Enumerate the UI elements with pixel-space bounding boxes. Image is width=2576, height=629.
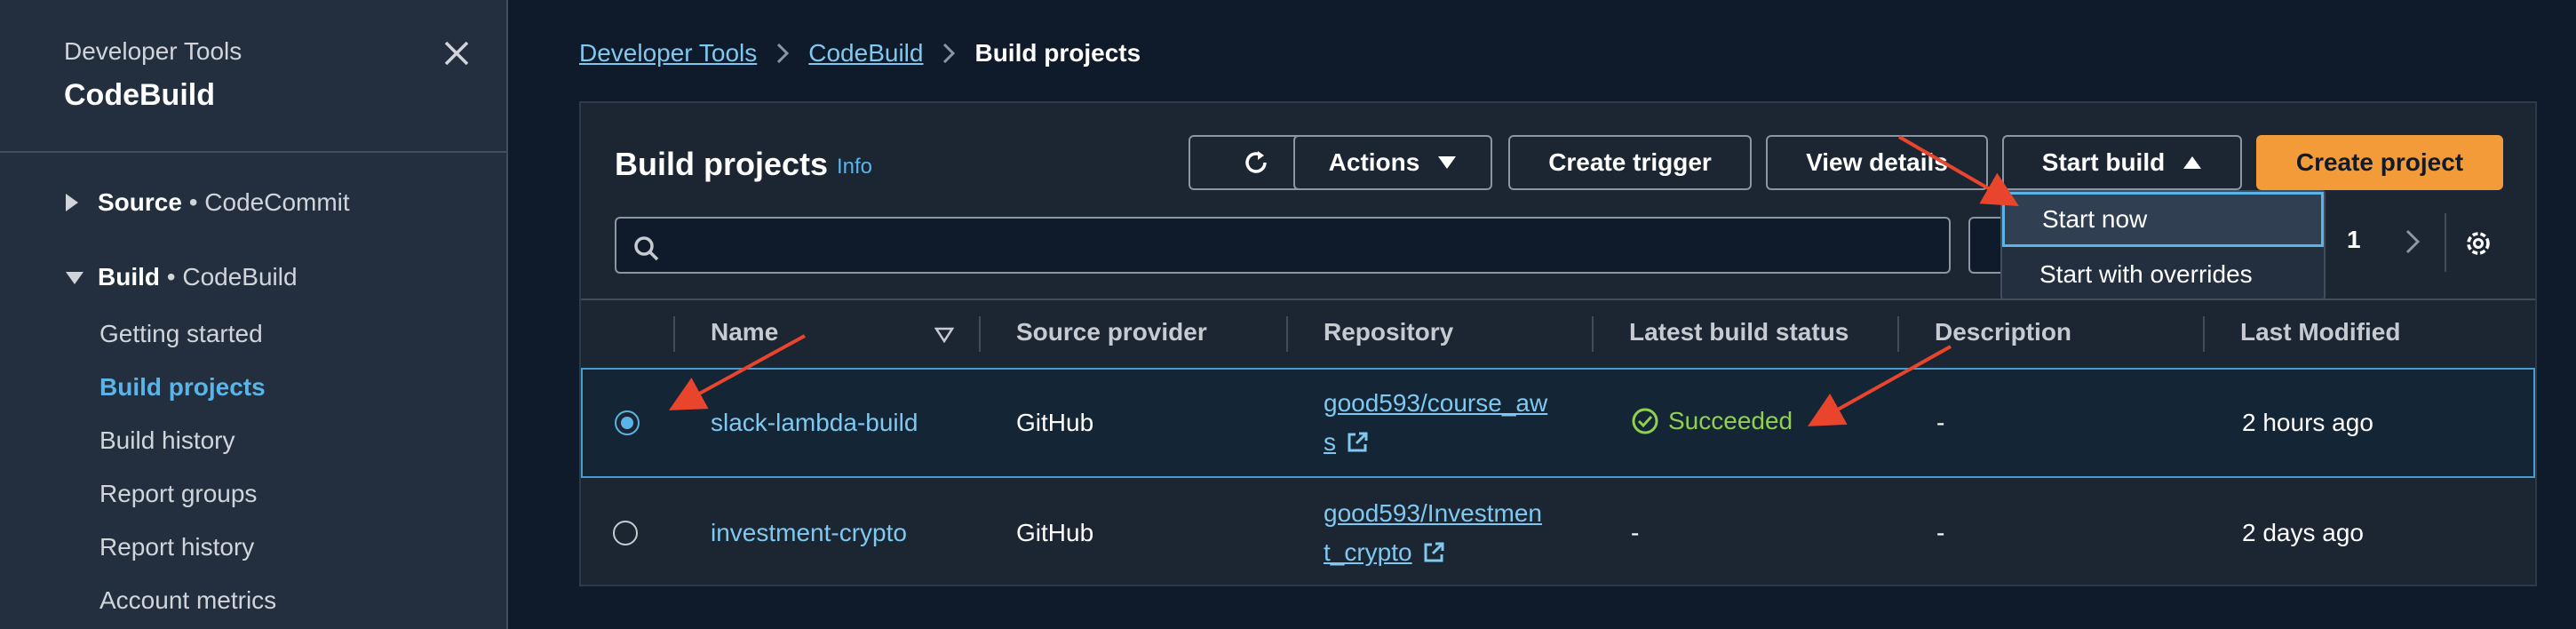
- chevron-right-icon: [777, 43, 790, 64]
- table-row[interactable]: investment-crypto GitHub good593/Investm…: [581, 478, 2535, 588]
- column-divider: [2203, 316, 2205, 352]
- create-trigger-button[interactable]: Create trigger: [1508, 135, 1752, 190]
- row-radio-selected[interactable]: [615, 410, 640, 435]
- sidebar-divider: [0, 151, 506, 153]
- caret-down-icon: [1438, 156, 1457, 169]
- column-header-name[interactable]: Name: [711, 318, 778, 346]
- repository-line: s: [1324, 428, 1336, 456]
- source-provider: GitHub: [1016, 409, 1094, 436]
- section-name: Build: [98, 263, 160, 291]
- service-title: CodeBuild: [64, 78, 215, 112]
- column-divider: [1592, 316, 1594, 352]
- actions-button[interactable]: Actions: [1293, 135, 1492, 190]
- sidebar-item-build-history[interactable]: Build history: [99, 426, 235, 455]
- repository-link[interactable]: good593/Investmen t_crypto: [1324, 494, 1542, 572]
- column-header-repository[interactable]: Repository: [1324, 318, 1453, 346]
- table-row[interactable]: slack-lambda-build GitHub good593/course…: [581, 368, 2535, 478]
- repository-line: t_crypto: [1324, 538, 1412, 566]
- column-divider: [1897, 316, 1899, 352]
- repository-line-wrap: s: [1324, 423, 1547, 462]
- start-build-menu: Start now Start with overrides: [2000, 190, 2326, 300]
- search-input[interactable]: [615, 217, 1951, 274]
- close-icon[interactable]: [441, 37, 473, 69]
- caret-down-icon[interactable]: [64, 270, 85, 286]
- current-page-number[interactable]: 1: [2347, 226, 2361, 254]
- column-header-last-modified[interactable]: Last Modified: [2240, 318, 2400, 346]
- sidebar-item-account-metrics[interactable]: Account metrics: [99, 586, 276, 615]
- project-name-link[interactable]: investment-crypto: [711, 519, 907, 547]
- start-build-button[interactable]: Start build: [2002, 135, 2242, 190]
- column-divider: [979, 316, 981, 352]
- build-projects-panel: Build projects Info Actions Create trigg…: [579, 101, 2537, 586]
- caret-right-icon[interactable]: [64, 192, 80, 213]
- create-project-button[interactable]: Create project: [2256, 135, 2503, 190]
- chevron-right-icon[interactable]: [2404, 227, 2421, 256]
- check-circle-icon: [1632, 408, 1658, 434]
- pager-divider: [2445, 213, 2446, 272]
- actions-label: Actions: [1328, 148, 1420, 176]
- last-modified: 2 hours ago: [2242, 409, 2373, 436]
- menu-item-start-now[interactable]: Start now: [2002, 192, 2324, 247]
- external-link-icon: [1348, 432, 1368, 452]
- column-divider: [1286, 316, 1288, 352]
- start-build-label: Start build: [2041, 148, 2166, 176]
- sort-descending-icon[interactable]: [934, 327, 954, 343]
- column-header-latest-build-status[interactable]: Latest build status: [1629, 318, 1849, 346]
- gear-icon[interactable]: [2461, 226, 2496, 261]
- caret-up-icon: [2183, 156, 2202, 169]
- sidebar-item-build-projects[interactable]: Build projects: [99, 373, 266, 402]
- menu-item-start-with-overrides[interactable]: Start with overrides: [2002, 247, 2324, 302]
- sidebar-section-source[interactable]: Source • CodeCommit: [98, 188, 350, 217]
- build-status: -: [1631, 519, 1640, 546]
- external-link-icon: [1424, 542, 1444, 562]
- repository-link[interactable]: good593/course_aw s: [1324, 384, 1547, 462]
- view-details-button[interactable]: View details: [1766, 135, 1988, 190]
- description: -: [1936, 409, 1945, 436]
- breadcrumb-current: Build projects: [974, 39, 1141, 67]
- repository-line: good593/course_aw: [1324, 389, 1548, 417]
- status-text: Succeeded: [1668, 407, 1793, 434]
- build-status-succeeded: Succeeded: [1631, 407, 1793, 435]
- service-category-label: Developer Tools: [64, 37, 242, 65]
- breadcrumb-codebuild[interactable]: CodeBuild: [808, 39, 923, 68]
- source-provider: GitHub: [1016, 519, 1094, 546]
- breadcrumb: Developer Tools CodeBuild Build projects: [579, 39, 1141, 68]
- column-header-source-provider[interactable]: Source provider: [1016, 318, 1207, 346]
- side-navigation: Developer Tools CodeBuild Source • CodeC…: [0, 0, 508, 629]
- row-radio[interactable]: [613, 521, 638, 545]
- column-divider: [673, 316, 675, 352]
- chevron-right-icon: [943, 43, 956, 64]
- project-name-link[interactable]: slack-lambda-build: [711, 409, 918, 437]
- repository-line: good593/Investmen: [1324, 499, 1542, 527]
- panel-title: Build projects: [615, 146, 829, 182]
- column-header-description[interactable]: Description: [1935, 318, 2071, 346]
- breadcrumb-developer-tools[interactable]: Developer Tools: [579, 39, 757, 68]
- description: -: [1936, 519, 1945, 546]
- last-modified: 2 days ago: [2242, 519, 2364, 546]
- section-detail: • CodeCommit: [181, 188, 350, 216]
- repository-line-wrap: t_crypto: [1324, 533, 1542, 572]
- sidebar-item-report-groups[interactable]: Report groups: [99, 480, 257, 508]
- info-link[interactable]: Info: [837, 155, 872, 179]
- sidebar-section-build[interactable]: Build • CodeBuild: [98, 263, 298, 291]
- section-name: Source: [98, 188, 182, 216]
- table-header: Name Source provider Repository Latest b…: [581, 299, 2535, 368]
- sidebar-item-report-history[interactable]: Report history: [99, 533, 254, 561]
- search-icon: [634, 236, 659, 261]
- sidebar-item-getting-started[interactable]: Getting started: [99, 320, 263, 348]
- section-detail: • CodeBuild: [160, 263, 298, 291]
- refresh-icon: [1245, 151, 1267, 173]
